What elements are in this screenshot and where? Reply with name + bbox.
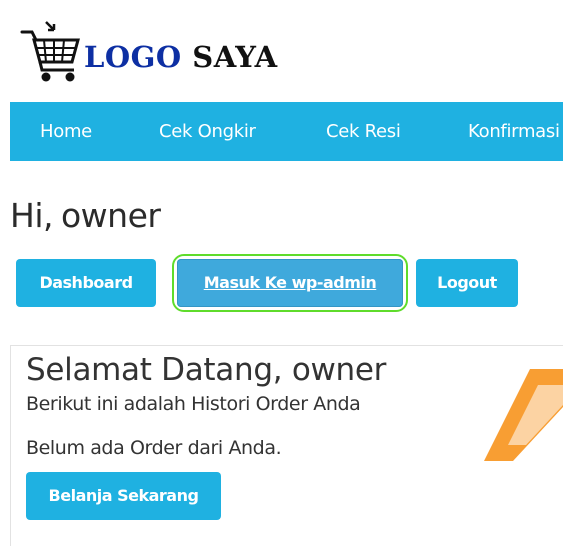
logo-word-1: LOGO (84, 40, 182, 74)
history-subtitle: Berikut ini adalah Histori Order Anda (26, 393, 361, 415)
no-order-message: Belum ada Order dari Anda. (26, 437, 282, 459)
nav-item-cek-resi[interactable]: Cek Resi (326, 102, 401, 161)
main-navbar: Home Cek Ongkir Cek Resi Konfirmasi (10, 102, 563, 161)
shopping-cart-icon (20, 21, 80, 82)
logo-word-2: SAYA (192, 40, 278, 74)
greeting-prefix: Hi, (10, 196, 53, 235)
logo-text: LOGO SAYA (84, 43, 278, 72)
nav-item-konfirmasi[interactable]: Konfirmasi (468, 102, 560, 161)
shop-now-button[interactable]: Belanja Sekarang (26, 472, 221, 520)
welcome-title: Selamat Datang, owner (26, 352, 387, 388)
decorative-chevron-graphic (484, 369, 563, 461)
logout-button[interactable]: Logout (416, 259, 518, 307)
greeting-name: owner (60, 196, 161, 235)
dashboard-button[interactable]: Dashboard (16, 259, 156, 307)
nav-item-cek-ongkir[interactable]: Cek Ongkir (159, 102, 256, 161)
greeting-heading: Hi, owner (10, 196, 161, 235)
nav-item-home[interactable]: Home (40, 102, 92, 161)
site-logo[interactable]: LOGO SAYA (20, 18, 278, 84)
wp-admin-button[interactable]: Masuk Ke wp-admin (177, 259, 403, 307)
